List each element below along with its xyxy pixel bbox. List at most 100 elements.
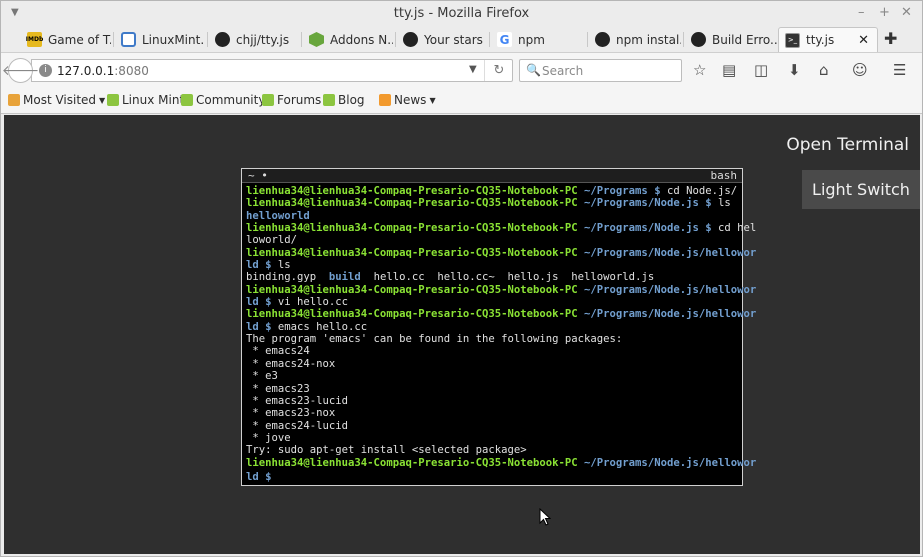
terminal-tab-label[interactable]: ~ • xyxy=(248,169,268,182)
tab-label: chjj/tty.js xyxy=(236,32,290,47)
tab-label: Addons N... xyxy=(330,32,393,47)
new-tab-icon[interactable]: ✚ xyxy=(884,29,897,48)
linuxmint-icon xyxy=(262,94,274,106)
terminal-line: * emacs23-nox xyxy=(246,407,740,419)
terminal-line: lienhua34@lienhua34-Compaq-Presario-CQ35… xyxy=(246,283,756,296)
terminal-line: * emacs24 xyxy=(246,345,740,357)
tab-linuxmint[interactable]: LinuxMint... xyxy=(115,27,205,52)
terminal-line: * emacs23 xyxy=(246,383,740,395)
reload-icon[interactable]: ↻ xyxy=(484,60,513,81)
bookmark-linux-mint[interactable]: Linux Mint xyxy=(107,93,184,107)
url-port: :8080 xyxy=(114,64,149,78)
terminal-line: * emacs24-nox xyxy=(246,358,740,370)
url-bar[interactable]: i 127.0.0.1:8080 ▼ ↻ xyxy=(31,59,513,82)
terminal-line: loworld/ xyxy=(246,234,740,246)
imdb-icon: IMDb xyxy=(26,32,43,47)
prompt-path: ld $ xyxy=(246,259,272,272)
bookmark-news[interactable]: News ▼ xyxy=(379,93,436,107)
tab-addons-node[interactable]: Addons N... xyxy=(303,27,393,52)
prompt-path: ~/Programs/Node.js $ xyxy=(577,222,712,235)
github-icon xyxy=(403,32,418,47)
terminal-line: lienhua34@lienhua34-Compaq-Presario-CQ35… xyxy=(246,457,756,469)
bookmark-star-icon[interactable]: ☆ xyxy=(693,62,706,79)
url-text[interactable]: 127.0.0.1:8080 xyxy=(57,64,149,78)
prompt-path: ~/Programs/Node.js/hellowor xyxy=(577,456,757,469)
output-text: * emacs23 xyxy=(246,382,310,395)
prompt-user-host: lienhua34@lienhua34-Compaq-Presario-CQ35… xyxy=(246,222,578,235)
close-tab-icon[interactable]: ✕ xyxy=(858,33,869,48)
downloads-icon[interactable]: ⬇ xyxy=(788,62,801,79)
maximize-icon[interactable]: + xyxy=(879,5,890,20)
output-text: * emacs24 xyxy=(246,345,310,358)
prompt-user-host: lienhua34@lienhua34-Compaq-Presario-CQ35… xyxy=(246,246,578,259)
terminal-line: ld $ vi hello.cc xyxy=(246,296,740,308)
search-box[interactable]: 🔍 Search xyxy=(519,59,682,82)
command-text: ls xyxy=(711,197,731,210)
home-icon[interactable]: ⌂ xyxy=(819,62,829,79)
menu-hamburger-icon[interactable]: ☰ xyxy=(893,62,906,79)
bookmark-label: Linux Mint xyxy=(122,93,185,107)
chevron-down-icon: ▼ xyxy=(429,95,436,105)
terminal-output[interactable]: lienhua34@lienhua34-Compaq-Presario-CQ35… xyxy=(246,185,756,483)
close-window-icon[interactable]: ✕ xyxy=(901,5,912,20)
tab-chjj-ttyjs[interactable]: chjj/tty.js xyxy=(209,27,299,52)
prompt-path: ~/Programs/Node.js/hellowor xyxy=(577,283,757,296)
pocket-icon[interactable]: ◫ xyxy=(754,62,768,79)
open-terminal-button[interactable]: Open Terminal xyxy=(786,135,909,155)
prompt-user-host: lienhua34@lienhua34-Compaq-Presario-CQ35… xyxy=(246,283,578,296)
terminal-window[interactable]: ~ • bash lienhua34@lienhua34-Compaq-Pres… xyxy=(241,168,756,486)
prompt-user-host: lienhua34@lienhua34-Compaq-Presario-CQ35… xyxy=(246,197,578,210)
output-text: * e3 xyxy=(246,370,278,383)
tab-label: Your stars xyxy=(424,32,483,47)
search-icon: 🔍 xyxy=(526,63,541,77)
github-icon xyxy=(691,32,706,47)
bookmark-most-visited[interactable]: Most Visited ▼ xyxy=(8,93,105,107)
tab-label: Game of T... xyxy=(48,32,111,47)
tab-your-stars[interactable]: Your stars xyxy=(397,27,487,52)
command-text: ls xyxy=(271,259,291,272)
back-button[interactable]: 🡐 xyxy=(2,58,39,83)
tab-strip: IMDb Game of T... LinuxMint... chjj/tty.… xyxy=(1,27,922,52)
reading-list-icon[interactable]: ▤ xyxy=(722,62,736,79)
tab-build-error[interactable]: Build Erro... xyxy=(685,27,777,52)
tab-npm[interactable]: G npm xyxy=(491,27,585,52)
tab-label: npm xyxy=(518,32,545,47)
back-arrow-icon: 🡐 xyxy=(1,63,40,79)
bookmark-forums[interactable]: Forums xyxy=(262,93,321,107)
url-host: 127.0.0.1 xyxy=(57,64,115,78)
terminal-titlebar[interactable]: ~ • bash xyxy=(242,169,742,183)
bookmark-blog[interactable]: Blog xyxy=(323,93,365,107)
terminal-cursor xyxy=(277,468,284,480)
prompt-path: ~/Programs/Node.js $ xyxy=(577,197,712,210)
output-text: * emacs23-nox xyxy=(246,407,336,420)
terminal-line: lienhua34@lienhua34-Compaq-Presario-CQ35… xyxy=(246,308,756,320)
terminal-line: lienhua34@lienhua34-Compaq-Presario-CQ35… xyxy=(246,197,740,209)
terminal-line: lienhua34@lienhua34-Compaq-Presario-CQ35… xyxy=(246,246,756,259)
search-placeholder: Search xyxy=(542,64,584,78)
minimize-icon[interactable]: – xyxy=(858,5,865,20)
terminal-line: * e3 xyxy=(246,370,740,382)
output-text: Try: sudo apt-get install <selected pack… xyxy=(246,444,527,457)
url-history-dropdown-icon[interactable]: ▼ xyxy=(469,64,477,75)
tab-npm-install[interactable]: npm instal... xyxy=(589,27,681,52)
hello-chat-icon[interactable]: ☺ xyxy=(852,62,868,79)
folder-icon xyxy=(8,94,20,106)
command-text: emacs hello.cc xyxy=(271,320,368,333)
bookmark-label: Community xyxy=(196,93,266,107)
bookmark-label: Blog xyxy=(338,93,365,107)
tab-label: LinuxMint... xyxy=(142,32,205,47)
terminal-line: lienhua34@lienhua34-Compaq-Presario-CQ35… xyxy=(246,185,740,197)
chevron-down-icon: ▼ xyxy=(99,95,106,105)
site-info-icon[interactable]: i xyxy=(39,64,52,77)
tab-game-of-thrones[interactable]: IMDb Game of T... xyxy=(21,27,111,52)
tab-ttyjs[interactable]: >_ tty.js ✕ xyxy=(778,27,878,52)
window-title: tty.js - Mozilla Firefox xyxy=(393,6,530,21)
prompt-path: ~/Programs $ xyxy=(577,185,661,197)
github-icon xyxy=(215,32,230,47)
light-switch-button[interactable]: Light Switch xyxy=(802,170,920,209)
terminal-shell-name: bash xyxy=(710,169,738,182)
tab-label: npm instal... xyxy=(616,32,681,47)
bookmark-community[interactable]: Community xyxy=(181,93,265,107)
terminal-line: * emacs24-lucid xyxy=(246,420,740,432)
terminal-line: The program 'emacs' can be found in the … xyxy=(246,333,740,345)
